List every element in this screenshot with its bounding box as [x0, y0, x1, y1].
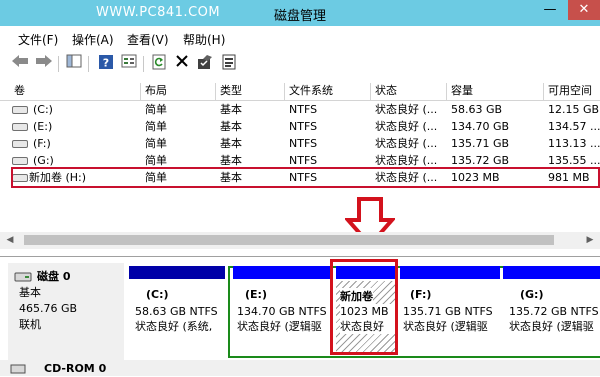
partition-label: (G:): [520, 288, 544, 301]
disk-kind: 基本: [19, 286, 41, 299]
menu-action[interactable]: 操作(A): [72, 31, 114, 48]
refresh-icon[interactable]: [149, 54, 169, 74]
highlight-box: [330, 259, 398, 355]
partition-label: (F:): [410, 288, 432, 301]
cdrom-icon: [10, 364, 26, 377]
volume-filesystem: NTFS: [289, 103, 318, 116]
volume-capacity: 135.71 GB: [451, 137, 510, 150]
volume-free: 134.57 ...: [548, 120, 600, 133]
partition-size: 134.70 GB NTFS: [237, 305, 327, 318]
volume-capacity: 58.63 GB: [451, 103, 503, 116]
partition-size: 135.72 GB NTFS: [509, 305, 599, 318]
volume-type: 基本: [220, 103, 242, 116]
volume-name: (C:): [33, 103, 53, 116]
volume-name: (F:): [33, 137, 51, 150]
partition-bar-logical: [400, 266, 500, 279]
drive-icon: [12, 123, 28, 131]
column-divider[interactable]: [543, 83, 544, 100]
partition-bar-primary: [129, 266, 225, 279]
watermark-text: WWW.PC841.COM: [96, 5, 221, 20]
column-header-volume[interactable]: 卷: [14, 83, 25, 99]
menu-view[interactable]: 查看(V): [127, 31, 169, 48]
volume-layout: 简单: [145, 103, 167, 116]
partition-bar-logical: [503, 266, 600, 279]
disk-size: 465.76 GB: [19, 302, 78, 315]
drive-icon: [12, 157, 28, 165]
partition-size: 58.63 GB NTFS: [135, 305, 218, 318]
column-header-type[interactable]: 类型: [220, 83, 242, 99]
column-header-free-space[interactable]: 可用空间: [548, 83, 592, 99]
console-tree-icon[interactable]: [64, 54, 84, 74]
partition-size: 135.71 GB NTFS: [403, 305, 493, 318]
column-header-capacity[interactable]: 容量: [451, 83, 473, 99]
partition-bar-logical: [233, 266, 331, 279]
volume-layout: 简单: [145, 120, 167, 133]
table-row[interactable]: (C:) 简单 基本 NTFS 状态良好 (... 58.63 GB 12.15…: [0, 101, 600, 118]
disk-icon: [14, 271, 32, 286]
column-divider[interactable]: [140, 83, 141, 100]
column-header-layout[interactable]: 布局: [145, 83, 167, 99]
column-divider[interactable]: [370, 83, 371, 100]
delete-x-icon[interactable]: [172, 54, 192, 74]
partition-c[interactable]: (C:) 58.63 GB NTFS 状态良好 (系统,: [129, 281, 225, 355]
divider: [0, 256, 600, 257]
volume-layout: 简单: [145, 137, 167, 150]
volume-free: 12.15 GB: [548, 103, 600, 116]
table-row[interactable]: (E:) 简单 基本 NTFS 状态良好 (... 134.70 GB 134.…: [0, 118, 600, 135]
partition-status: 状态良好 (逻辑驱: [237, 320, 322, 333]
volume-type: 基本: [220, 137, 242, 150]
volume-name: (E:): [33, 120, 53, 133]
svg-text:?: ?: [103, 57, 109, 70]
help-icon[interactable]: ?: [96, 54, 116, 74]
volume-filesystem: NTFS: [289, 120, 318, 133]
column-header-status[interactable]: 状态: [375, 83, 397, 99]
partition-status: 状态良好 (逻辑驱: [403, 320, 488, 333]
disk-info-panel[interactable]: 磁盘 0 基本 465.76 GB 联机: [8, 263, 124, 363]
column-divider[interactable]: [284, 83, 285, 100]
partition-status: 状态良好 (逻辑驱: [509, 320, 594, 333]
toolbar-separator: [88, 56, 89, 72]
partition-status: 状态良好 (系统,: [135, 320, 213, 333]
disk-state: 联机: [19, 318, 41, 331]
volume-type: 基本: [220, 120, 242, 133]
partition-e[interactable]: (E:) 134.70 GB NTFS 状态良好 (逻辑驱: [233, 281, 331, 355]
cdrom-row[interactable]: CD-ROM 0: [0, 360, 600, 376]
partition-label: (C:): [146, 288, 169, 301]
volume-free: 113.13 ...: [548, 137, 600, 150]
properties-list-icon[interactable]: [119, 54, 139, 74]
table-row[interactable]: (F:) 简单 基本 NTFS 状态良好 (... 135.71 GB 113.…: [0, 135, 600, 152]
volume-status: 状态良好 (...: [375, 137, 438, 150]
drive-icon: [12, 140, 28, 148]
folder-check-icon[interactable]: [195, 54, 215, 74]
toolbar-separator: [58, 56, 59, 72]
properties-icon[interactable]: [219, 54, 239, 74]
column-header-filesystem[interactable]: 文件系统: [289, 83, 333, 99]
partition-g[interactable]: (G:) 135.72 GB NTFS 状态良好 (逻辑驱: [503, 281, 600, 355]
forward-arrow-icon[interactable]: [34, 54, 54, 74]
partition-f[interactable]: (F:) 135.71 GB NTFS 状态良好 (逻辑驱: [400, 281, 500, 355]
volume-status: 状态良好 (...: [375, 120, 438, 133]
toolbar-separator: [143, 56, 144, 72]
disk-name: 磁盘 0: [37, 270, 71, 283]
drive-icon: [12, 106, 28, 114]
scroll-left-icon[interactable]: ◀: [2, 233, 18, 248]
toolbar: [0, 50, 600, 81]
minimize-button[interactable]: —: [536, 0, 564, 20]
scrollbar-thumb[interactable]: [24, 235, 554, 245]
partition-label: (E:): [245, 288, 267, 301]
column-divider[interactable]: [446, 83, 447, 100]
menu-help[interactable]: 帮助(H): [183, 31, 225, 48]
volume-capacity: 134.70 GB: [451, 120, 510, 133]
volume-filesystem: NTFS: [289, 137, 318, 150]
menu-file[interactable]: 文件(F): [18, 31, 58, 48]
scroll-right-icon[interactable]: ▶: [582, 233, 598, 248]
back-arrow-icon[interactable]: [10, 54, 30, 74]
close-button[interactable]: ✕: [568, 0, 600, 20]
window-title: 磁盘管理: [273, 9, 326, 24]
highlight-box: [11, 167, 600, 188]
cdrom-label: CD-ROM 0: [44, 362, 107, 375]
volume-status: 状态良好 (...: [375, 103, 438, 116]
column-divider[interactable]: [215, 83, 216, 100]
